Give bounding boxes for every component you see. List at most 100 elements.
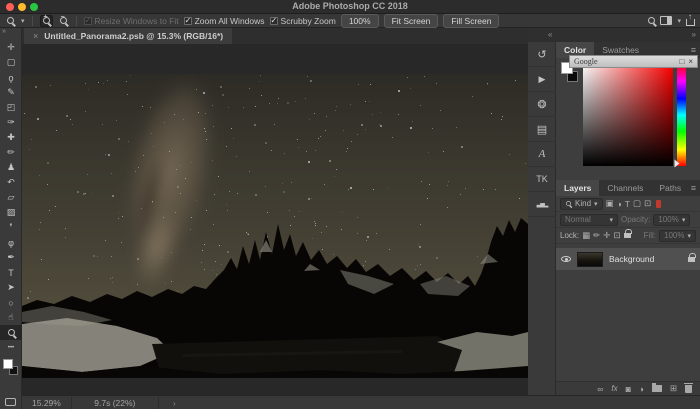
scrubby-zoom-checkbox[interactable]: Scrubby Zoom — [270, 16, 336, 26]
close-icon[interactable]: × — [688, 57, 693, 66]
filter-adjustment-icon[interactable]: ◑ — [617, 199, 622, 209]
adjustment-layer-icon[interactable]: ◑ — [639, 384, 644, 394]
tk-actions-icon[interactable]: TK — [528, 167, 556, 192]
workspace-chevron-icon[interactable]: ▾ — [677, 17, 681, 25]
zoom-in-button[interactable]: + — [40, 15, 53, 27]
expand-panels-icon[interactable]: « — [548, 30, 552, 39]
checkbox-icon — [84, 17, 92, 25]
dodge-tool[interactable]: φ — [0, 235, 22, 250]
eyedropper-tool[interactable]: ✑ — [0, 115, 22, 130]
status-info-field[interactable]: 9.7s (22%) — [71, 397, 159, 409]
history-brush-tool[interactable]: ↶ — [0, 175, 22, 190]
typekit-icon[interactable]: A — [528, 142, 556, 167]
eraser-tool[interactable]: ▱ — [0, 190, 22, 205]
share-icon[interactable] — [686, 19, 695, 26]
document-image[interactable] — [22, 74, 528, 378]
blend-mode-dropdown[interactable]: Normal ▾ — [560, 214, 618, 226]
filter-kind-dropdown[interactable]: Kind ▾ — [560, 198, 603, 210]
pen-tool[interactable]: ✒ — [0, 250, 22, 265]
restore-icon[interactable]: □ — [679, 57, 684, 66]
new-group-icon[interactable] — [652, 385, 662, 392]
link-layers-icon[interactable]: ∞ — [597, 384, 603, 394]
tab-layers[interactable]: Layers — [556, 180, 599, 196]
properties-icon[interactable]: ▤ — [528, 117, 556, 142]
healing-brush-tool[interactable]: ✚ — [0, 130, 22, 145]
opacity-field[interactable]: 100% ▾ — [653, 214, 690, 226]
tool-preset-chevron-icon[interactable]: ▾ — [21, 17, 25, 25]
screen-mode-icon[interactable] — [5, 398, 16, 406]
window-title: Adobe Photoshop CC 2018 — [0, 1, 700, 11]
status-zoom-field[interactable]: 15.29% — [22, 398, 71, 408]
new-layer-icon[interactable]: ⊞ — [670, 383, 677, 394]
search-icon[interactable] — [648, 17, 655, 24]
checkbox-icon[interactable] — [270, 17, 278, 25]
workspace-switcher-icon[interactable] — [660, 16, 672, 25]
document-tab[interactable]: × Untitled_Panorama2.psb @ 15.3% (RGB/16… — [24, 28, 232, 44]
marquee-tool[interactable]: ▢ — [0, 55, 22, 70]
delete-layer-icon[interactable] — [685, 385, 692, 393]
panel-menu-icon[interactable]: ≡ — [691, 45, 696, 55]
zoom-tool-preset[interactable] — [5, 15, 16, 27]
checkbox-icon[interactable] — [184, 17, 192, 25]
filter-smart-object-icon[interactable]: ⊡ — [644, 198, 651, 209]
move-tool-icon: ✛ — [7, 42, 15, 53]
zoom-all-windows-checkbox[interactable]: Zoom All Windows — [184, 16, 265, 26]
color-swatches — [0, 357, 22, 379]
expand-tools-icon[interactable]: » — [0, 28, 21, 40]
adjustments-icon[interactable]: ❂ — [528, 92, 556, 117]
quick-selection-tool[interactable]: ✎ — [0, 85, 22, 100]
gradient-tool[interactable]: ▨ — [0, 205, 22, 220]
document-tab-bar: × Untitled_Panorama2.psb @ 15.3% (RGB/16… — [22, 28, 528, 44]
layer-thumbnail[interactable] — [577, 252, 603, 267]
canvas-area[interactable] — [22, 44, 528, 395]
layer-effects-icon[interactable]: fx — [611, 384, 617, 393]
zoom-out-button[interactable]: − — [58, 15, 69, 27]
panel-menu-icon[interactable]: ≡ — [691, 183, 696, 193]
google-popup[interactable]: Google □ × — [569, 55, 698, 68]
path-selection-tool[interactable]: ➤ — [0, 280, 22, 295]
lock-all-icon[interactable] — [624, 233, 631, 238]
lock-paint-icon[interactable]: ✏ — [593, 230, 600, 241]
layer-row-background[interactable]: Background — [556, 248, 700, 270]
visibility-eye-icon[interactable] — [561, 256, 571, 262]
tab-channels[interactable]: Channels — [599, 180, 651, 196]
status-chevron-icon[interactable]: › — [159, 398, 190, 408]
collapse-panels-icon[interactable]: » — [692, 30, 696, 39]
lock-position-icon[interactable]: ✛ — [603, 230, 610, 241]
histogram-icon[interactable]: ▃▅▂ — [528, 192, 556, 217]
zoom-100-button[interactable]: 100% — [341, 14, 379, 28]
lock-artboard-icon[interactable]: ⊡ — [613, 230, 620, 241]
fill-field[interactable]: 100% ▾ — [659, 230, 696, 242]
blur-tool[interactable]: ❜ — [0, 220, 22, 235]
filter-shape-icon[interactable]: ▢ — [633, 198, 641, 209]
clone-stamp-tool[interactable]: ♟ — [0, 160, 22, 175]
lock-transparency-icon[interactable]: ▦ — [582, 230, 590, 241]
layer-list: Background — [556, 244, 700, 382]
edit-toolbar-button[interactable]: ••• — [0, 340, 22, 355]
type-tool[interactable]: T — [0, 265, 22, 280]
zoom-tool[interactable] — [0, 325, 22, 340]
checkbox-label: Scrubby Zoom — [281, 16, 336, 26]
saturation-brightness-field[interactable] — [583, 64, 673, 166]
lasso-tool[interactable]: ϙ — [0, 70, 22, 85]
history-icon[interactable]: ↺ — [528, 42, 556, 67]
tab-paths[interactable]: Paths — [651, 180, 689, 196]
foreground-color-swatch[interactable] — [3, 359, 13, 369]
healing-brush-tool-icon: ✚ — [7, 132, 15, 143]
layer-filter-toggle[interactable] — [656, 200, 661, 208]
fill-label: Fill: — [644, 231, 656, 240]
shape-tool[interactable]: ○ — [0, 295, 22, 310]
move-tool[interactable]: ✛ — [0, 40, 22, 55]
hue-slider[interactable] — [677, 64, 686, 166]
checkbox-label: Zoom All Windows — [195, 16, 265, 26]
hand-tool[interactable]: ☝ — [0, 310, 22, 325]
close-tab-icon[interactable]: × — [33, 31, 38, 41]
actions-icon[interactable]: ▶ — [528, 67, 556, 92]
fit-screen-button[interactable]: Fit Screen — [384, 14, 439, 28]
crop-tool[interactable]: ◰ — [0, 100, 22, 115]
brush-tool[interactable]: ✏ — [0, 145, 22, 160]
layer-mask-icon[interactable]: ◙ — [626, 384, 631, 394]
filter-type-icon[interactable]: T — [625, 199, 630, 209]
filter-pixel-icon[interactable]: ▣ — [606, 198, 614, 209]
fill-screen-button[interactable]: Fill Screen — [443, 14, 499, 28]
